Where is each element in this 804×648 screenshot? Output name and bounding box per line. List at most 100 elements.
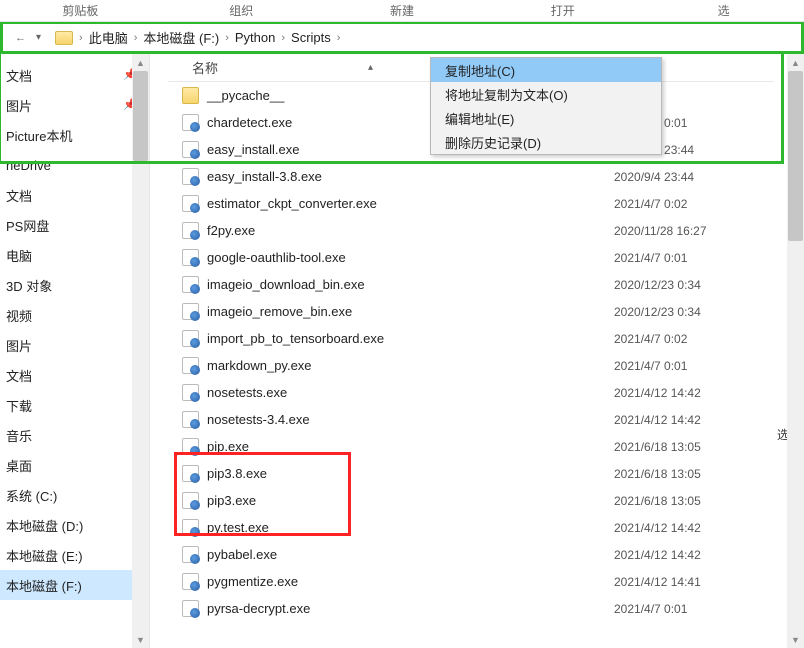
sidebar-item[interactable]: 本地磁盘 (E:) bbox=[0, 540, 149, 570]
ribbon-tab-organize[interactable]: 组织 bbox=[161, 0, 322, 21]
sidebar-item[interactable]: 视频 bbox=[0, 300, 149, 330]
scroll-down-icon[interactable]: ▼ bbox=[132, 631, 149, 648]
sidebar-item[interactable]: PS网盘 bbox=[0, 210, 149, 240]
sidebar-item-label: 系统 (C:) bbox=[6, 486, 57, 505]
exe-icon bbox=[182, 114, 199, 131]
file-row[interactable]: nosetests.exe2021/4/12 14:42 bbox=[168, 379, 774, 406]
file-row[interactable]: google-oauthlib-tool.exe2021/4/7 0:01 bbox=[168, 244, 774, 271]
menu-item[interactable]: 将地址复制为文本(O) bbox=[431, 82, 661, 106]
sidebar-item[interactable]: 本地磁盘 (F:) bbox=[0, 570, 149, 600]
nav-back-icon[interactable]: ← bbox=[9, 32, 32, 44]
exe-icon bbox=[182, 222, 199, 239]
menu-item[interactable]: 复制地址(C) bbox=[431, 58, 661, 82]
sidebar-item[interactable]: 图片📌 bbox=[0, 90, 149, 120]
sidebar-item[interactable]: 3D 对象 bbox=[0, 270, 149, 300]
sidebar-item-label: 下载 bbox=[6, 396, 32, 415]
breadcrumb-item[interactable]: Scripts bbox=[287, 30, 335, 45]
exe-icon bbox=[182, 600, 199, 617]
file-name: pygmentize.exe bbox=[207, 574, 614, 589]
file-date: 2021/4/12 14:42 bbox=[614, 386, 774, 400]
file-row[interactable]: nosetests-3.4.exe2021/4/12 14:42 bbox=[168, 406, 774, 433]
exe-icon bbox=[182, 303, 199, 320]
breadcrumb[interactable]: ← ▾ › 此电脑 › 本地磁盘 (F:) › Python › Scripts… bbox=[0, 22, 804, 54]
file-name: f2py.exe bbox=[207, 223, 614, 238]
sidebar-item[interactable]: 下载 bbox=[0, 390, 149, 420]
sidebar-item-label: 本地磁盘 (F:) bbox=[6, 576, 82, 595]
file-name: pybabel.exe bbox=[207, 547, 614, 562]
exe-icon bbox=[182, 438, 199, 455]
file-name: import_pb_to_tensorboard.exe bbox=[207, 331, 614, 346]
exe-icon bbox=[182, 249, 199, 266]
sidebar-item[interactable]: 文档📌 bbox=[0, 60, 149, 90]
chevron-right-icon[interactable]: › bbox=[77, 32, 85, 44]
sidebar-item-label: 音乐 bbox=[6, 426, 32, 445]
file-date: 2021/4/12 14:41 bbox=[614, 575, 774, 589]
file-row[interactable]: pyrsa-decrypt.exe2021/4/7 0:01 bbox=[168, 595, 774, 622]
menu-item[interactable]: 删除历史记录(D) bbox=[431, 130, 661, 154]
file-name: google-oauthlib-tool.exe bbox=[207, 250, 614, 265]
ribbon-tab-open[interactable]: 打开 bbox=[482, 0, 643, 21]
file-row[interactable]: pygmentize.exe2021/4/12 14:41 bbox=[168, 568, 774, 595]
file-row[interactable]: imageio_remove_bin.exe2020/12/23 0:34 bbox=[168, 298, 774, 325]
sidebar-item[interactable]: 系统 (C:) bbox=[0, 480, 149, 510]
chevron-right-icon[interactable]: › bbox=[335, 32, 343, 44]
file-row[interactable]: f2py.exe2020/11/28 16:27 bbox=[168, 217, 774, 244]
sidebar-item[interactable]: 图片 bbox=[0, 330, 149, 360]
file-date: 2020/12/23 0:34 bbox=[614, 278, 774, 292]
file-date: 2021/6/18 13:05 bbox=[614, 494, 774, 508]
sidebar-item[interactable]: 桌面 bbox=[0, 450, 149, 480]
ribbon-tab-clipboard[interactable]: 剪贴板 bbox=[0, 0, 161, 21]
menu-item[interactable]: 编辑地址(E) bbox=[431, 106, 661, 130]
scroll-down-icon[interactable]: ▼ bbox=[787, 631, 804, 648]
scroll-up-icon[interactable]: ▲ bbox=[787, 54, 804, 71]
sidebar-item-label: 视频 bbox=[6, 306, 32, 325]
file-date: 2021/6/18 13:05 bbox=[614, 440, 774, 454]
file-name: imageio_download_bin.exe bbox=[207, 277, 614, 292]
file-row[interactable]: pybabel.exe2021/4/12 14:42 bbox=[168, 541, 774, 568]
chevron-right-icon[interactable]: › bbox=[223, 32, 231, 44]
sidebar-item-label: 图片 bbox=[6, 96, 32, 115]
file-row[interactable]: pip3.exe2021/6/18 13:05 bbox=[168, 487, 774, 514]
scrollbar-thumb[interactable] bbox=[133, 71, 148, 161]
scroll-up-icon[interactable]: ▲ bbox=[132, 54, 149, 71]
file-row[interactable]: pip3.8.exe2021/6/18 13:05 bbox=[168, 460, 774, 487]
sidebar-item[interactable]: 文档 bbox=[0, 360, 149, 390]
breadcrumb-item[interactable]: 此电脑 bbox=[85, 28, 132, 47]
file-row[interactable]: py.test.exe2021/4/12 14:42 bbox=[168, 514, 774, 541]
file-name: py.test.exe bbox=[207, 520, 614, 535]
sidebar-item[interactable]: Picture本机 bbox=[0, 120, 149, 150]
file-row[interactable]: markdown_py.exe2021/4/7 0:01 bbox=[168, 352, 774, 379]
file-list: 复制地址(C)将地址复制为文本(O)编辑地址(E)删除历史记录(D) __pyc… bbox=[168, 82, 774, 622]
breadcrumb-item[interactable]: Python bbox=[231, 30, 279, 45]
file-row[interactable]: easy_install-3.8.exe2020/9/4 23:44 bbox=[168, 163, 774, 190]
sidebar-item[interactable]: 本地磁盘 (D:) bbox=[0, 510, 149, 540]
sidebar-item[interactable]: neDrive bbox=[0, 150, 149, 180]
scrollbar[interactable]: ▲ ▼ bbox=[787, 54, 804, 648]
sidebar-item-label: 本地磁盘 (E:) bbox=[6, 546, 83, 565]
file-row[interactable]: imageio_download_bin.exe2020/12/23 0:34 bbox=[168, 271, 774, 298]
sidebar-item-label: 桌面 bbox=[6, 456, 32, 475]
sidebar-item-label: 3D 对象 bbox=[6, 276, 52, 295]
exe-icon bbox=[182, 546, 199, 563]
ribbon-tabs: 剪贴板 组织 新建 打开 选 bbox=[0, 0, 804, 22]
scrollbar-thumb[interactable] bbox=[788, 71, 803, 241]
sidebar-item[interactable]: 文档 bbox=[0, 180, 149, 210]
exe-icon bbox=[182, 492, 199, 509]
sidebar-item-label: 文档 bbox=[6, 66, 32, 85]
ribbon-tab-select[interactable]: 选 bbox=[643, 0, 804, 21]
nav-history-icon[interactable]: ▾ bbox=[32, 32, 45, 43]
file-name: imageio_remove_bin.exe bbox=[207, 304, 614, 319]
file-row[interactable]: import_pb_to_tensorboard.exe2021/4/7 0:0… bbox=[168, 325, 774, 352]
file-date: 2021/4/7 0:02 bbox=[614, 332, 774, 346]
sidebar-item[interactable]: 音乐 bbox=[0, 420, 149, 450]
file-name: pip.exe bbox=[207, 439, 614, 454]
chevron-right-icon[interactable]: › bbox=[279, 32, 287, 44]
breadcrumb-item[interactable]: 本地磁盘 (F:) bbox=[139, 28, 223, 47]
sidebar-item[interactable]: 电脑 bbox=[0, 240, 149, 270]
ribbon-tab-new[interactable]: 新建 bbox=[322, 0, 483, 21]
scrollbar[interactable]: ▲ ▼ bbox=[132, 54, 149, 648]
chevron-right-icon[interactable]: › bbox=[132, 32, 140, 44]
file-row[interactable]: pip.exe2021/6/18 13:05 bbox=[168, 433, 774, 460]
exe-icon bbox=[182, 357, 199, 374]
file-row[interactable]: estimator_ckpt_converter.exe2021/4/7 0:0… bbox=[168, 190, 774, 217]
